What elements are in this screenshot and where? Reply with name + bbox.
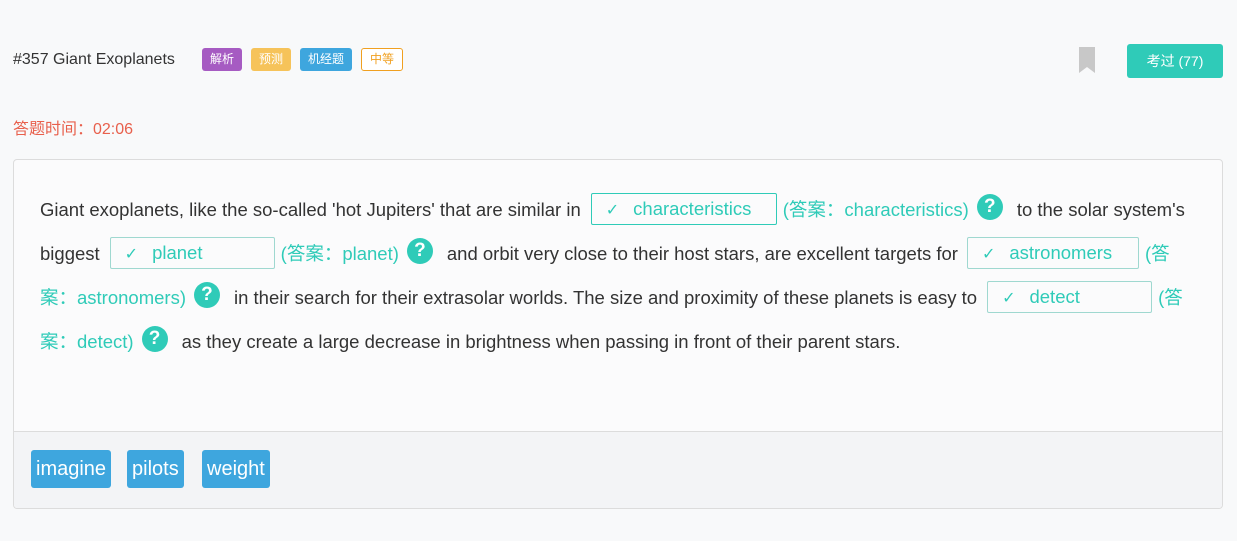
blank-answer-3: astronomers bbox=[1009, 242, 1113, 264]
tag-analysis[interactable]: 解析 bbox=[202, 48, 243, 71]
passage-segment: as they create a large decrease in brigh… bbox=[181, 331, 901, 352]
passage-segment: and orbit very close to their host stars… bbox=[446, 243, 958, 264]
check-icon: ✓ bbox=[1002, 290, 1016, 308]
help-icon[interactable]: ? bbox=[141, 326, 168, 353]
check-icon: ✓ bbox=[605, 202, 620, 220]
correct-answer-2: (答案：planet) bbox=[280, 243, 399, 264]
passage-segment: in their search for their extrasolar wor… bbox=[233, 287, 978, 308]
tag-list: 解析 预测 机经题 中等 bbox=[202, 48, 412, 71]
word-chip[interactable]: weight bbox=[202, 450, 270, 488]
passage-text: Giant exoplanets, like the so-called 'ho… bbox=[40, 188, 1200, 364]
correct-answer-1: (答案：characteristics) bbox=[782, 199, 969, 220]
help-icon[interactable]: ? bbox=[406, 238, 433, 265]
blank-input-1[interactable]: ✓ characteristics bbox=[590, 193, 777, 226]
blank-answer-4: detect bbox=[1029, 286, 1080, 308]
bookmark-icon[interactable] bbox=[1079, 47, 1095, 73]
blank-input-4[interactable]: ✓ detect bbox=[987, 281, 1153, 314]
word-chip[interactable]: pilots bbox=[127, 450, 184, 488]
answer-timer: 答题时间：02:06 bbox=[13, 121, 134, 138]
help-icon[interactable]: ? bbox=[193, 282, 220, 309]
passed-button[interactable]: 考过 (77) bbox=[1127, 44, 1223, 78]
tag-difficulty: 中等 bbox=[361, 48, 404, 71]
blank-input-2[interactable]: ✓ planet bbox=[109, 237, 275, 270]
word-chip[interactable]: imagine bbox=[31, 450, 112, 488]
tag-prediction[interactable]: 预测 bbox=[251, 48, 292, 71]
check-icon: ✓ bbox=[981, 246, 996, 264]
tag-machine-question[interactable]: 机经题 bbox=[300, 48, 353, 71]
help-icon[interactable]: ? bbox=[976, 194, 1003, 221]
question-title: #357 Giant Exoplanets bbox=[13, 51, 175, 68]
word-bank: imagine pilots weight bbox=[14, 431, 1222, 508]
question-header: #357 Giant Exoplanets 解析 预测 机经题 中等 考过 (7… bbox=[13, 44, 1223, 78]
question-card: Giant exoplanets, like the so-called 'ho… bbox=[13, 159, 1223, 509]
passage-segment: Giant exoplanets, like the so-called 'ho… bbox=[40, 199, 581, 220]
check-icon: ✓ bbox=[124, 246, 139, 264]
blank-answer-2: planet bbox=[152, 242, 203, 264]
blank-input-3[interactable]: ✓ astronomers bbox=[966, 237, 1139, 270]
blank-answer-1: characteristics bbox=[633, 198, 752, 220]
